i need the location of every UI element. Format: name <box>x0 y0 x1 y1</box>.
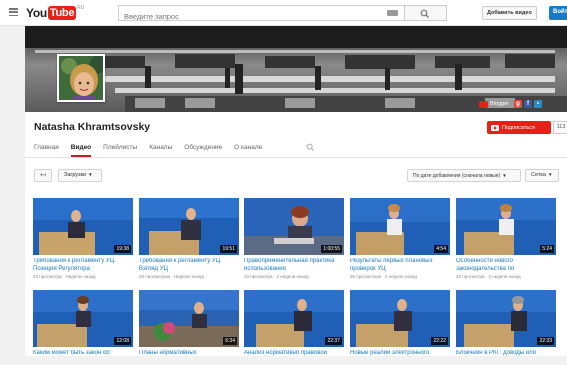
video-meta: 23 просмотра · 2 недели назад <box>456 274 521 279</box>
tab-playlists[interactable]: Плейлисты <box>103 144 137 157</box>
video-thumbnail[interactable]: 12:08 <box>33 290 133 347</box>
tab-videos[interactable]: Видео <box>70 144 92 157</box>
video-title[interactable]: Требования к регламенту УЦ. Взгляд УЦ <box>139 258 239 273</box>
channel-tabs: Главная Видео Плейлисты Каналы Обсуждени… <box>34 144 274 157</box>
tab-about[interactable]: О канале <box>234 144 262 157</box>
video-title[interactable]: Анализ нормативно правовой <box>244 350 344 365</box>
sort-label: По дате добавления (сначала новые) <box>413 173 501 179</box>
chevron-down-icon: ▼ <box>547 172 553 177</box>
sort-dropdown[interactable]: По дате добавления (сначала новые) ▼ <box>407 169 521 182</box>
facebook-icon[interactable]: f <box>523 100 532 108</box>
channel-search-icon[interactable] <box>306 143 315 152</box>
back-arrow-button[interactable]: ↤ <box>34 169 52 182</box>
add-video-button[interactable]: Добавить видео <box>482 6 537 20</box>
chevron-down-icon: ▼ <box>502 173 507 178</box>
video-title[interactable]: Планы нормативных <box>139 350 239 365</box>
video-card[interactable]: 6:34 Планы нормативных <box>139 290 239 365</box>
google-plus-icon[interactable]: g <box>513 100 522 108</box>
video-duration: 22:22 <box>431 337 448 345</box>
video-thumbnail[interactable]: 4:54 <box>350 198 450 255</box>
video-title[interactable]: Новые реалии электронного <box>350 350 450 365</box>
blogger-icon <box>479 100 488 108</box>
video-thumbnail[interactable]: 22:37 <box>244 290 344 347</box>
top-bar: You Tube RU Добавить видео Войти <box>0 0 567 26</box>
video-thumbnail[interactable]: 1:00:55 <box>244 198 344 255</box>
tab-home[interactable]: Главная <box>34 144 59 157</box>
video-card[interactable]: 19:51 Требования к регламенту УЦ. Взгляд… <box>139 198 239 279</box>
keyboard-icon[interactable] <box>387 10 398 16</box>
video-meta: 33 просмотра · 2 недели назад <box>244 274 309 279</box>
video-card[interactable]: 5:24 Особенности нового законодательства… <box>456 198 556 279</box>
video-title[interactable]: Результаты первых плановых проверок УЦ <box>350 258 450 273</box>
youtube-play-icon <box>491 124 499 131</box>
video-card[interactable]: 22:37 Анализ нормативно правовой <box>244 290 344 365</box>
video-card[interactable]: 22:22 Новые реалии электронного <box>350 290 450 365</box>
blogger-link[interactable]: Blogger <box>490 101 509 107</box>
video-duration: 22:33 <box>537 337 554 345</box>
view-mode-label: Сетка <box>531 172 546 178</box>
youtube-logo[interactable]: You Tube RU <box>26 5 84 21</box>
hamburger-menu-icon[interactable] <box>9 8 18 17</box>
chevron-down-icon: ▼ <box>88 172 93 177</box>
video-duration: 19:51 <box>220 245 237 253</box>
video-duration: 19:38 <box>114 245 131 253</box>
video-thumbnail[interactable]: 22:22 <box>350 290 450 347</box>
avatar-photo <box>59 56 103 100</box>
search-icon <box>420 9 429 18</box>
video-card[interactable]: 4:54 Результаты первых плановых проверок… <box>350 198 450 279</box>
video-title[interactable]: Блокчейн в РКГ: доводы или <box>456 350 556 365</box>
channel-name[interactable]: Natasha Khramtsovsky <box>34 121 150 133</box>
view-mode-dropdown[interactable]: Сетка ▼ <box>525 169 559 182</box>
sign-in-button[interactable]: Войти <box>549 6 567 20</box>
video-card[interactable]: 1:00:55 Правоприменительная практика исп… <box>244 198 344 279</box>
video-duration: 4:54 <box>434 245 448 253</box>
tab-channels[interactable]: Каналы <box>149 144 172 157</box>
video-card[interactable]: 22:33 Блокчейн в РКГ: доводы или <box>456 290 556 365</box>
channel-avatar[interactable] <box>57 54 105 102</box>
video-card[interactable]: 19:38 Требования к регламенту УЦ. Позици… <box>33 198 133 279</box>
channel-header: Natasha Khramtsovsky Подписаться 113 Гла… <box>25 112 567 158</box>
uploads-label: Загрузки <box>64 172 87 178</box>
video-meta: 24 просмотра · Неделю назад <box>33 274 96 279</box>
search-input[interactable] <box>119 9 369 24</box>
video-title[interactable]: Требования к регламенту УЦ. Позиция Регу… <box>33 258 133 273</box>
video-meta: 29 просмотров · Неделю назад <box>139 274 204 279</box>
video-thumbnail[interactable]: 22:33 <box>456 290 556 347</box>
social-link-icon[interactable]: ▪ <box>533 100 542 108</box>
video-thumbnail[interactable]: 6:34 <box>139 290 239 347</box>
search-box <box>118 5 405 24</box>
video-duration: 6:34 <box>223 337 237 345</box>
video-duration: 1:00:55 <box>321 245 342 253</box>
video-title[interactable]: Правоприменительная практика использован… <box>244 258 344 273</box>
video-duration: 12:08 <box>114 337 131 345</box>
video-thumbnail[interactable]: 19:51 <box>139 198 239 255</box>
video-card[interactable]: 12:08 Каким может быть закон об <box>33 290 133 365</box>
video-thumbnail[interactable]: 5:24 <box>456 198 556 255</box>
tab-discussion[interactable]: Обсуждение <box>184 144 222 157</box>
uploads-dropdown[interactable]: Загрузки ▼ <box>58 169 102 182</box>
subscribe-button[interactable]: Подписаться <box>487 121 551 134</box>
video-thumbnail[interactable]: 19:38 <box>33 198 133 255</box>
subscriber-count: 113 <box>553 121 567 134</box>
subscribe-label: Подписаться <box>502 124 535 131</box>
search-button[interactable] <box>405 5 447 21</box>
video-title[interactable]: Особенности нового законодательства по <box>456 258 556 273</box>
video-duration: 22:37 <box>325 337 342 345</box>
video-meta: 26 просмотров · 2 недели назад <box>350 274 418 279</box>
video-title[interactable]: Каким может быть закон об <box>33 350 133 365</box>
channel-links: Blogger g f ▪ <box>479 99 542 109</box>
video-duration: 5:24 <box>540 245 554 253</box>
